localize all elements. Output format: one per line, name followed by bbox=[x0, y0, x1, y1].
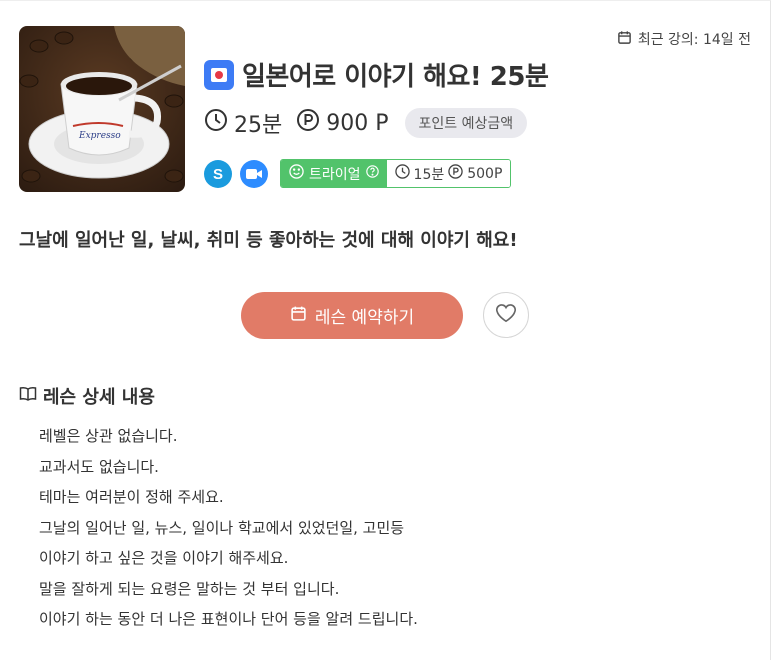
lesson-summary: 그날에 일어난 일, 날씨, 취미 등 좋아하는 것에 대해 이야기 해요! bbox=[19, 230, 518, 251]
lesson-title: 일본어로 이야기 해요! 25분 bbox=[242, 62, 549, 92]
help-icon[interactable] bbox=[365, 165, 379, 182]
lesson-duration-value: 25분 bbox=[234, 113, 283, 138]
detail-line: 이야기 하고 싶은 것을 이야기 해주세요. bbox=[39, 549, 289, 567]
lesson-thumbnail: Expresso bbox=[19, 26, 185, 192]
detail-line: 테마는 여러분이 정해 주세요. bbox=[39, 488, 224, 506]
book-lesson-label: 레슨 예약하기 bbox=[314, 308, 415, 328]
trial-badge[interactable]: 트라이얼 15분 500P bbox=[280, 159, 512, 188]
lesson-detail-list: 레벨은 상관 없습니다. 교과서도 없습니다. 테마는 여러분이 정해 주세요.… bbox=[39, 425, 418, 639]
lesson-tools-row: S 트라이얼 15분 500P bbox=[204, 159, 512, 188]
recent-lesson-info: 최근 강의: 14일 전 bbox=[617, 29, 751, 49]
lesson-duration: 25분 bbox=[204, 107, 282, 139]
heart-icon bbox=[495, 303, 517, 327]
recent-lesson-label: 최근 강의: 14일 전 bbox=[637, 32, 751, 48]
clock-icon bbox=[204, 108, 228, 138]
detail-line: 이야기 하는 동안 더 나은 표현이나 단어 등을 알려 드립니다. bbox=[39, 610, 418, 628]
calendar-icon bbox=[290, 305, 307, 327]
point-icon bbox=[296, 108, 320, 138]
detail-line: 말을 잘하게 되는 요령은 말하는 것 부터 입니다. bbox=[39, 579, 340, 598]
trial-detail-section: 15분 500P bbox=[386, 160, 511, 187]
zoom-icon bbox=[240, 159, 268, 188]
book-icon bbox=[19, 386, 37, 407]
calendar-icon bbox=[617, 30, 632, 49]
smile-icon bbox=[289, 164, 304, 183]
lesson-type-icon bbox=[204, 59, 234, 90]
detail-line: 교과서도 없습니다. bbox=[39, 457, 159, 476]
trial-duration: 15분 bbox=[413, 166, 445, 183]
lesson-meta: 25분 900 P 포인트 예상금액 bbox=[204, 107, 528, 139]
lesson-points-value: 900 P bbox=[326, 110, 389, 136]
trial-label: 트라이얼 bbox=[309, 166, 361, 183]
clock-icon bbox=[394, 164, 410, 183]
skype-icon: S bbox=[204, 159, 232, 188]
trial-label-section: 트라이얼 bbox=[281, 160, 387, 187]
detail-line: 그날의 일어난 일, 뉴스, 일이나 학교에서 있었던일, 고민등 bbox=[39, 518, 405, 537]
lesson-card: Expresso 최근 강의: 14일 전 일본어로 이야기 해요! 25분 2… bbox=[0, 0, 771, 660]
point-icon bbox=[448, 164, 463, 183]
detail-section-title: 레슨 상세 내용 bbox=[19, 383, 155, 409]
svg-text:Expresso: Expresso bbox=[78, 131, 121, 141]
detail-title-text: 레슨 상세 내용 bbox=[43, 387, 155, 408]
trial-points: 500P bbox=[467, 165, 503, 182]
point-estimate-button[interactable]: 포인트 예상금액 bbox=[404, 108, 528, 138]
book-lesson-button[interactable]: 레슨 예약하기 bbox=[241, 292, 463, 339]
detail-line: 레벨은 상관 없습니다. bbox=[39, 427, 178, 445]
lesson-points: 900 P bbox=[296, 108, 389, 138]
lesson-title-row: 일본어로 이야기 해요! 25분 bbox=[204, 56, 549, 93]
svg-text:S: S bbox=[213, 166, 223, 183]
favorite-button[interactable] bbox=[483, 292, 529, 338]
